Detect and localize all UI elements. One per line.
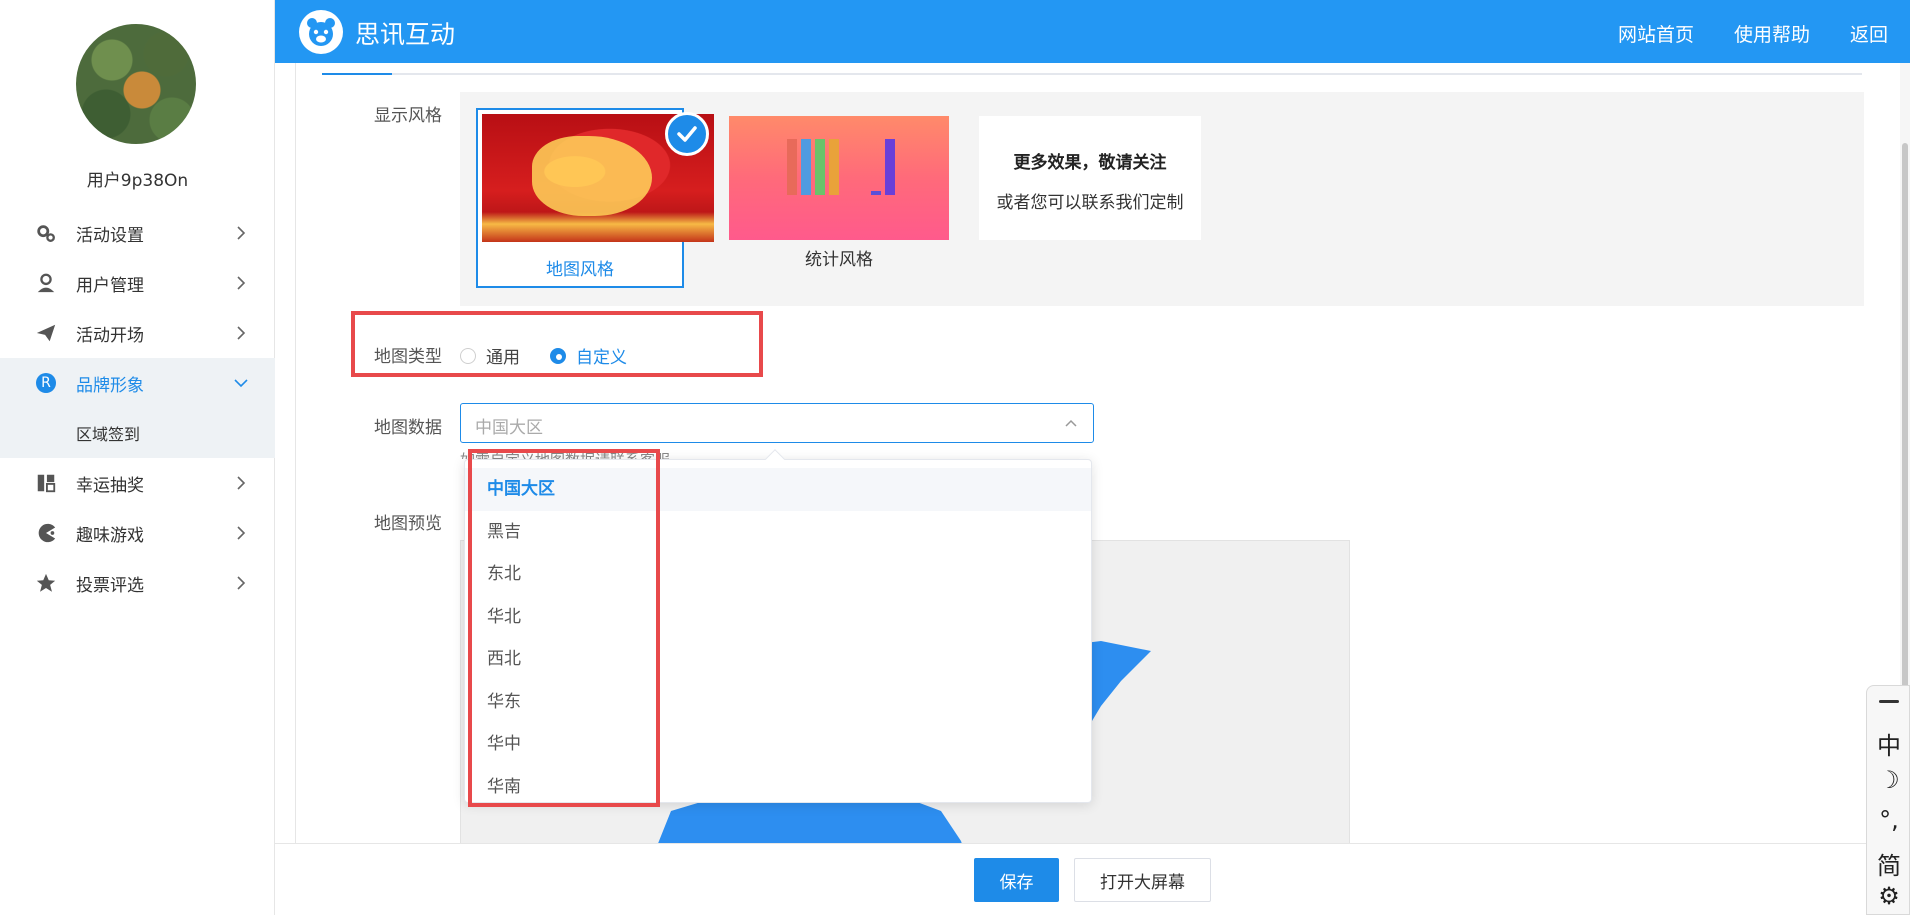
brand-name: 思讯互动 [355,20,456,49]
ime-punctuation-toggle[interactable]: °, [1867,806,1910,834]
sidebar-item-label: 用户管理 [76,275,144,296]
user-icon [34,271,58,295]
highlight-box-dropdown [468,449,660,807]
more-effects-subtitle: 或者您可以联系我们定制 [996,193,1184,213]
username: 用户9p38On [86,171,189,191]
chevron-right-icon [237,476,246,490]
brand-r-icon: R [34,371,58,395]
chevron-up-icon [1065,419,1077,427]
china-map-shape [532,136,652,216]
chevron-right-icon [237,526,246,540]
sidebar-item-lucky-draw[interactable]: 幸运抽奖 [0,458,275,508]
stat-style-label: 统计风格 [805,250,873,270]
nav-help-link[interactable]: 使用帮助 [1734,20,1810,47]
tab-underline [322,73,1862,75]
minimize-icon[interactable] [1879,700,1899,703]
more-effects-title: 更多效果，敬请关注 [1013,153,1167,173]
sidebar-item-brand-image[interactable]: R 品牌形象 [0,358,275,408]
ime-chinese-toggle[interactable]: 中 [1867,726,1910,761]
style-card-stat[interactable]: 统计风格 [729,116,949,276]
sidebar-item-label: 品牌形象 [76,375,144,396]
check-icon [665,112,709,156]
stat-bar [885,139,895,195]
bear-logo-icon [299,10,343,54]
style-panel: 地图风格 统计风格 更多效果，敬请关注 或者您可以联系我们定制 [460,92,1864,306]
chevron-right-icon [237,576,246,590]
ime-toolbar: 中 ☽ °, 简 ⚙ [1866,685,1910,915]
chevron-right-icon [237,226,246,240]
highlight-box-map-type [351,311,763,377]
gear-icon [34,221,58,245]
chevron-down-icon [234,379,248,388]
stat-style-thumbnail [729,116,949,240]
moon-icon[interactable]: ☽ [1867,766,1910,794]
map-data-select[interactable]: 中国大区 [460,403,1094,443]
ime-simplified-toggle[interactable]: 简 [1867,846,1910,881]
sidebar-item-label: 幸运抽奖 [76,475,144,496]
open-big-screen-button[interactable]: 打开大屏幕 [1074,858,1211,902]
main-content: 显示风格 地图风格 统计风格 更多效果，敬请关注 或者您可以联系我们定制 地图类… [295,63,1885,911]
sidebar-item-voting[interactable]: 投票评选 [0,558,275,608]
scrollbar-thumb[interactable] [1902,143,1908,723]
sidebar-item-label: 区域签到 [76,425,141,444]
sidebar-item-fun-games[interactable]: 趣味游戏 [0,508,275,558]
sidebar-item-activity-opening[interactable]: 活动开场 [0,308,275,358]
dropdown-caret [765,449,785,469]
stat-bar [787,139,797,195]
sidebar-item-label: 活动开场 [76,325,144,346]
map-data-label: 地图数据 [374,418,442,438]
style-card-map[interactable]: 地图风格 [476,108,714,288]
map-style-label: 地图风格 [546,260,614,280]
sidebar-item-label: 活动设置 [76,225,144,246]
pacman-icon [34,521,58,545]
nav-home-link[interactable]: 网站首页 [1618,20,1694,47]
sidebar-item-label: 趣味游戏 [76,525,144,546]
gear-icon[interactable]: ⚙ [1867,882,1910,910]
style-card-more: 更多效果，敬请关注 或者您可以联系我们定制 [979,116,1201,240]
avatar[interactable] [76,24,196,144]
sidebar-item-user-management[interactable]: 用户管理 [0,258,275,308]
sidebar: 用户9p38On 活动设置 用户管理 活动开场 R 品牌形象 区域签到 幸运抽奖… [0,0,275,915]
bottom-action-bar: 保存 打开大屏幕 [275,843,1910,915]
stat-bar [815,139,825,195]
gold-wave-decoration [482,212,714,242]
chevron-right-icon [237,326,246,340]
map-preview-label: 地图预览 [374,514,442,534]
display-style-label: 显示风格 [374,106,442,126]
sidebar-item-label: 投票评选 [76,575,144,596]
stat-bar [801,139,811,195]
star-icon [34,571,58,595]
save-button[interactable]: 保存 [974,858,1059,902]
chevron-right-icon [237,276,246,290]
stat-bar [871,191,881,195]
header-nav: 网站首页 使用帮助 返回 [1618,20,1888,47]
sidebar-subitem-region-checkin[interactable]: 区域签到 [0,408,275,458]
sidebar-menu: 活动设置 用户管理 活动开场 R 品牌形象 区域签到 幸运抽奖 趣味游戏 投票评… [0,208,275,608]
active-tab-indicator [322,73,392,75]
top-header: 思讯互动 网站首页 使用帮助 返回 [275,0,1910,63]
stat-bar [829,139,839,195]
select-value: 中国大区 [475,418,543,438]
paper-plane-icon [34,321,58,345]
lottery-icon [34,471,58,495]
sidebar-item-activity-settings[interactable]: 活动设置 [0,208,275,258]
nav-back-link[interactable]: 返回 [1850,20,1888,47]
